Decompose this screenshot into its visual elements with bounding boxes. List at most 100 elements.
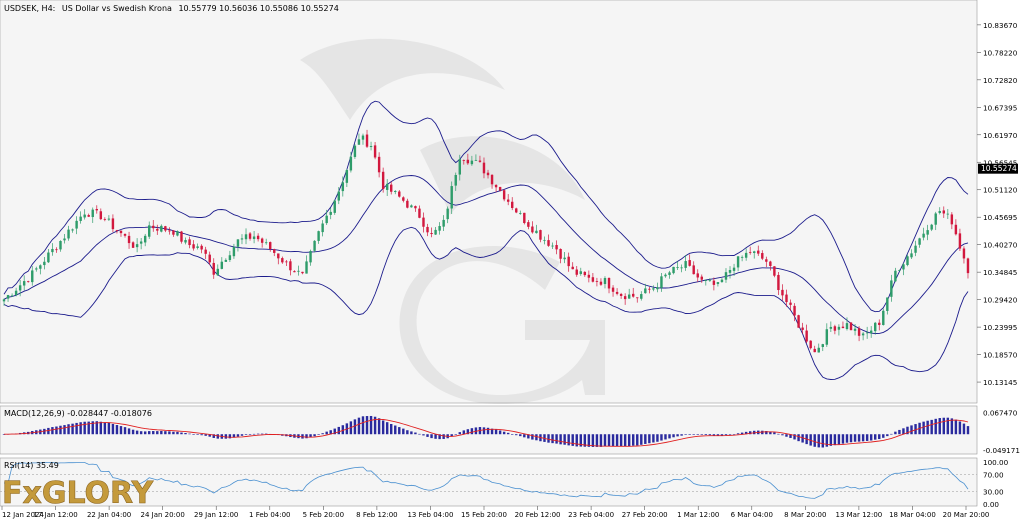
time-tick-label: 1 Feb 04:00 xyxy=(249,511,290,519)
candle-body xyxy=(95,208,98,211)
time-tick-label: 20 Feb 12:00 xyxy=(515,511,561,519)
macd-bar xyxy=(688,434,691,435)
macd-bar xyxy=(482,427,486,435)
macd-bar xyxy=(511,434,514,435)
candle xyxy=(882,308,885,326)
macd-bar xyxy=(648,434,651,444)
macd-bar xyxy=(728,434,732,435)
candle-body xyxy=(204,249,207,254)
candle-body xyxy=(837,326,841,330)
macd-bar xyxy=(640,434,643,445)
macd-bar xyxy=(486,427,490,435)
macd-bar xyxy=(107,422,111,435)
candle-body xyxy=(902,264,905,270)
macd-bar xyxy=(156,431,159,435)
candle-body xyxy=(325,215,328,224)
macd-bar xyxy=(853,434,857,442)
candle-body xyxy=(704,280,708,281)
macd-bar xyxy=(603,434,607,447)
candle-body xyxy=(103,219,107,220)
candle-body xyxy=(357,139,361,145)
macd-bar xyxy=(402,428,405,435)
candle-body xyxy=(131,242,135,248)
candle-body xyxy=(652,288,655,290)
candle-body xyxy=(317,231,320,241)
macd-bar xyxy=(381,420,385,435)
macd-bar xyxy=(148,431,151,435)
candle-body xyxy=(732,267,736,271)
macd-bar xyxy=(317,434,320,435)
candle-body xyxy=(660,276,663,288)
candle-body xyxy=(184,240,187,243)
macd-bar xyxy=(422,434,425,436)
macd-bar xyxy=(595,434,599,447)
candle-body xyxy=(426,226,429,233)
macd-bar xyxy=(930,419,933,435)
candle-body xyxy=(111,218,115,230)
macd-bar xyxy=(962,423,966,435)
candle-body xyxy=(966,258,970,274)
price-tick-label: 10.51120 xyxy=(983,186,1018,195)
macd-bar xyxy=(704,434,708,436)
candle-body xyxy=(603,278,607,285)
candle-body xyxy=(797,315,800,328)
candle-body xyxy=(18,285,22,291)
candle-body xyxy=(273,249,276,253)
candle-body xyxy=(672,266,675,274)
rsi-tick-label: 30.00 xyxy=(983,487,1004,496)
candle-body xyxy=(281,258,284,263)
candle-body xyxy=(458,159,461,175)
candle-body xyxy=(139,241,143,244)
candle xyxy=(313,240,316,253)
time-tick-label: 17 Jan 12:00 xyxy=(33,511,77,519)
candle-body xyxy=(950,214,954,225)
macd-bar xyxy=(551,434,554,444)
candle-body xyxy=(571,266,574,270)
chart-header: USDSEK, H4: US Dollar vs Swedish Krona 1… xyxy=(4,4,339,13)
macd-bar xyxy=(672,434,675,438)
price-tick-label: 10.34845 xyxy=(983,268,1017,277)
macd-bar xyxy=(111,423,115,435)
current-price-label: 10.55274 xyxy=(981,164,1017,173)
main-panel[interactable] xyxy=(0,0,978,404)
candle-body xyxy=(119,230,123,234)
macd-bar xyxy=(160,430,163,435)
candle-body xyxy=(599,281,603,285)
macd-bar xyxy=(547,434,550,443)
candle-body xyxy=(700,276,703,280)
macd-bar xyxy=(684,434,687,435)
candle-body xyxy=(264,242,268,244)
candle-body xyxy=(668,272,671,275)
candle-body xyxy=(402,197,405,201)
candle-body xyxy=(248,233,252,239)
macd-bar xyxy=(353,419,357,435)
candle-body xyxy=(43,261,46,266)
candle-body xyxy=(918,238,921,245)
rsi-label: RSI(14) 35.49 xyxy=(4,461,59,470)
rsi-tick-label: 70.00 xyxy=(983,471,1004,480)
macd-bar xyxy=(878,434,881,440)
candle-body xyxy=(79,216,82,221)
macd-bar xyxy=(652,434,655,443)
candle-body xyxy=(664,274,667,277)
macd-bar xyxy=(599,434,603,447)
macd-bar xyxy=(123,427,127,435)
candle-body xyxy=(914,245,917,253)
symbol-label: USDSEK, H4: xyxy=(4,4,55,13)
candle-body xyxy=(172,230,175,235)
candle-body xyxy=(333,200,336,213)
candle-body xyxy=(269,242,272,250)
fxglory-logo: FxGLORY xyxy=(2,476,155,512)
time-tick-label: 1 Mar 12:00 xyxy=(677,511,719,519)
candle-body xyxy=(256,235,260,240)
macd-bar xyxy=(615,434,619,447)
candle-body xyxy=(519,213,522,214)
macd-bar xyxy=(781,434,784,436)
macd-bar xyxy=(841,434,845,444)
macd-bar xyxy=(131,429,135,435)
macd-bar xyxy=(874,434,877,440)
candle-body xyxy=(220,261,224,269)
macd-bar xyxy=(361,416,365,435)
macd-bar xyxy=(845,434,849,443)
macd-bar xyxy=(966,426,970,435)
